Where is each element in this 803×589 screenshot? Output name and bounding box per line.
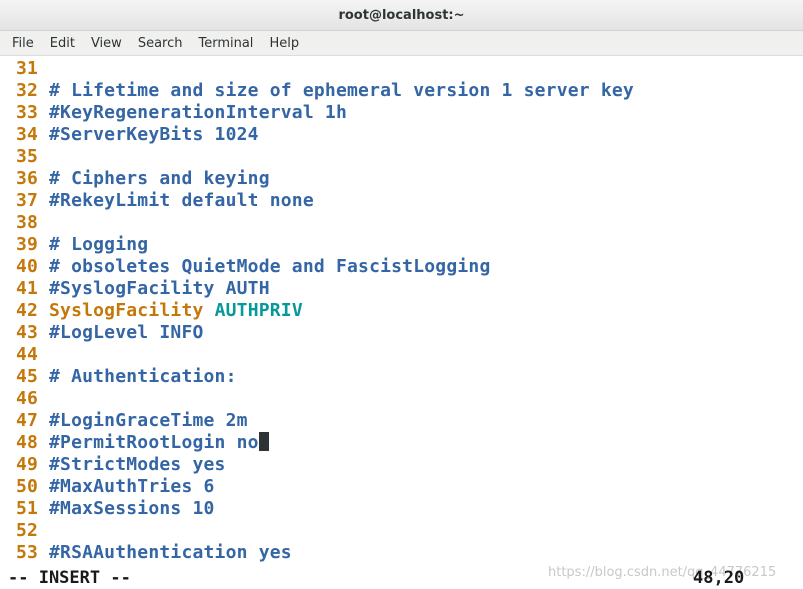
editor-line: 53 #RSAAuthentication yes [16, 542, 292, 564]
editor-line: 32 # Lifetime and size of ephemeral versi… [16, 80, 634, 102]
line-text: # obsoletes QuietMode and FascistLogging [49, 256, 491, 277]
cursor-position: 48,20 [693, 568, 745, 588]
line-text: # Logging [49, 234, 149, 255]
line-number: 46 [16, 388, 39, 409]
line-number: 36 [16, 168, 39, 189]
menu-edit[interactable]: Edit [42, 34, 83, 53]
line-number: 35 [16, 146, 39, 167]
line-number: 31 [16, 58, 39, 79]
editor-line: 43 #LogLevel INFO [16, 322, 204, 344]
line-number: 32 [16, 80, 39, 101]
line-number: 38 [16, 212, 39, 233]
editor-line: 44 [16, 344, 49, 366]
editor-line: 52 [16, 520, 49, 542]
line-text: #PermitRootLogin no [49, 432, 259, 453]
menu-file[interactable]: File [4, 34, 42, 53]
line-number: 39 [16, 234, 39, 255]
line-text: # Ciphers and keying [49, 168, 270, 189]
line-text: # Lifetime and size of ephemeral version… [49, 80, 634, 101]
editor-line: 33 #KeyRegenerationInterval 1h [16, 102, 347, 124]
line-text: #ServerKeyBits 1024 [49, 124, 259, 145]
menu-help[interactable]: Help [261, 34, 307, 53]
editor-line: 39 # Logging [16, 234, 148, 256]
window-title: root@localhost:~ [338, 7, 465, 23]
editor-line: 50 #MaxAuthTries 6 [16, 476, 215, 498]
terminal-window: root@localhost:~ File Edit View Search T… [0, 0, 803, 589]
line-number: 41 [16, 278, 39, 299]
menu-bar: File Edit View Search Terminal Help [0, 31, 803, 56]
editor-line: 41 #SyslogFacility AUTH [16, 278, 270, 300]
editor-line: 37 #RekeyLimit default none [16, 190, 314, 212]
line-number: 33 [16, 102, 39, 123]
vim-mode-indicator: -- INSERT -- [8, 568, 131, 588]
line-number: 53 [16, 542, 39, 563]
editor-line: 48 #PermitRootLogin no [16, 432, 269, 454]
line-text: #LoginGraceTime 2m [49, 410, 248, 431]
line-number: 47 [16, 410, 39, 431]
editor-line: 36 # Ciphers and keying [16, 168, 270, 190]
line-text: # Authentication: [49, 366, 237, 387]
editor-line: 42 SyslogFacility AUTHPRIV [16, 300, 303, 322]
line-number: 48 [16, 432, 39, 453]
editor-line: 49 #StrictModes yes [16, 454, 226, 476]
line-number: 50 [16, 476, 39, 497]
line-text: #RekeyLimit default none [49, 190, 314, 211]
menu-search[interactable]: Search [130, 34, 191, 53]
terminal-content[interactable]: -- INSERT -- https://blog.csdn.net/qq_44… [0, 57, 803, 589]
editor-line: 40 # obsoletes QuietMode and FascistLoggi… [16, 256, 490, 278]
line-number: 40 [16, 256, 39, 277]
line-text: #LogLevel INFO [49, 322, 204, 343]
menu-view[interactable]: View [83, 34, 130, 53]
line-number: 45 [16, 366, 39, 387]
editor-line: 51 #MaxSessions 10 [16, 498, 215, 520]
line-text: #StrictModes yes [49, 454, 226, 475]
line-text: #MaxAuthTries 6 [49, 476, 215, 497]
title-bar[interactable]: root@localhost:~ [0, 0, 803, 31]
config-value: AUTHPRIV [214, 300, 303, 321]
line-number: 49 [16, 454, 39, 475]
config-keyword: SyslogFacility [49, 300, 204, 321]
line-text: #MaxSessions 10 [49, 498, 215, 519]
editor-line: 35 [16, 146, 49, 168]
editor-line: 31 [16, 58, 49, 80]
line-number: 42 [16, 300, 39, 321]
text-cursor [258, 432, 269, 451]
editor-line: 47 #LoginGraceTime 2m [16, 410, 248, 432]
line-number: 43 [16, 322, 39, 343]
line-text: #KeyRegenerationInterval 1h [49, 102, 347, 123]
line-number: 34 [16, 124, 39, 145]
line-number: 52 [16, 520, 39, 541]
menu-terminal[interactable]: Terminal [190, 34, 261, 53]
editor-line: 34 #ServerKeyBits 1024 [16, 124, 259, 146]
editor-line: 38 [16, 212, 49, 234]
line-number: 51 [16, 498, 39, 519]
line-number: 44 [16, 344, 39, 365]
line-text: #RSAAuthentication yes [49, 542, 292, 563]
line-number: 37 [16, 190, 39, 211]
editor-line: 45 # Authentication: [16, 366, 237, 388]
line-text: #SyslogFacility AUTH [49, 278, 270, 299]
editor-line: 46 [16, 388, 49, 410]
